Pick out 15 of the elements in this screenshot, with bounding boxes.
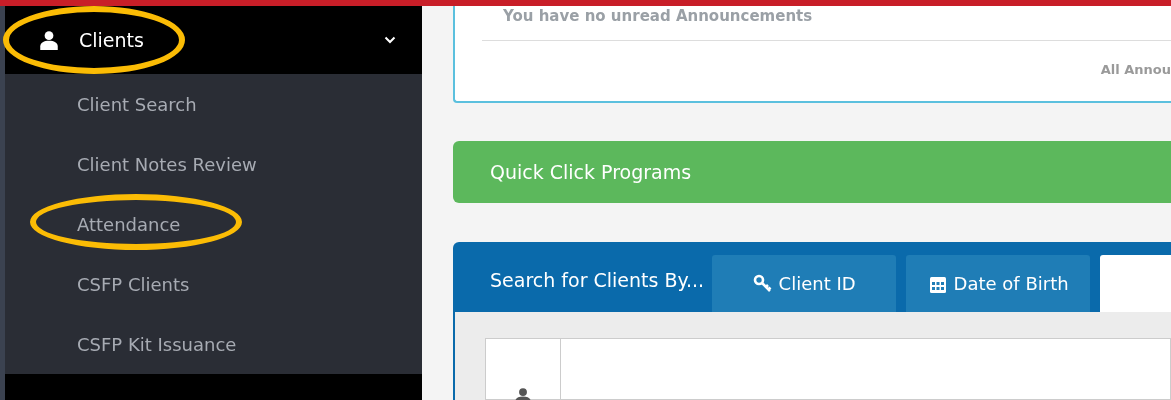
user-icon [514,387,532,400]
quick-click-title: Quick Click Programs [490,160,692,183]
sidebar-item[interactable]: CSFP Kit Issuance [77,333,237,355]
sidebar-item[interactable]: Attendance [77,213,181,235]
chevron-icon [384,36,396,44]
user-icon [39,30,59,50]
search-tab[interactable]: Date of Birth [906,255,1091,312]
panel-title: Search for Clients By... [490,269,705,291]
announcement-message: You have no unread Announcements [503,7,814,25]
sidebar-item[interactable]: Client Notes Review [77,153,257,175]
key-icon [752,273,773,294]
sidebar-item[interactable]: CSFP Clients [77,273,190,295]
sidebar-item[interactable]: Client Search [77,93,197,115]
search-input-field[interactable] [485,338,1171,400]
search-tab[interactable]: Client ID [712,255,897,312]
